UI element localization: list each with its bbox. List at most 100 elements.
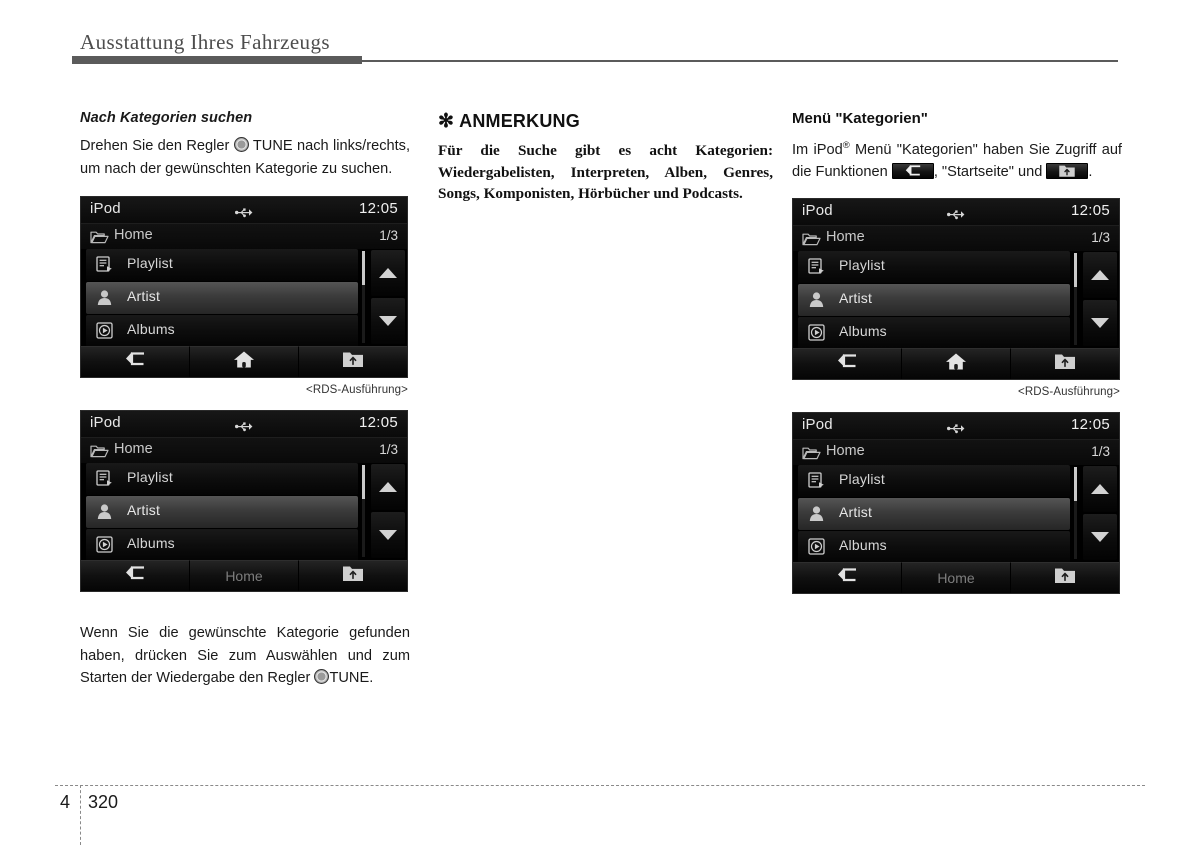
path-label: Home	[114, 441, 153, 457]
status-source-title: iPod	[802, 415, 833, 433]
list-item[interactable]: Artist	[86, 496, 358, 528]
status-source-title: iPod	[802, 201, 833, 219]
list-item-label: Artist	[839, 503, 873, 520]
folder-up-button[interactable]	[1011, 347, 1119, 379]
triangle-down-icon	[1091, 317, 1109, 328]
albums-icon	[96, 536, 113, 558]
left-intro-text-before: Drehen Sie den Regler	[80, 138, 230, 154]
scroll-up-button[interactable]	[371, 464, 405, 510]
triangle-up-icon	[1091, 483, 1109, 494]
scroll-down-button[interactable]	[371, 298, 405, 344]
list-item[interactable]: Playlist	[798, 464, 1070, 497]
screen-body: Playlist Artist Albums	[81, 463, 407, 561]
status-clock: 12:05	[358, 200, 398, 217]
home-button[interactable]: Home	[902, 561, 1011, 593]
artist-icon	[808, 505, 825, 527]
scroll-down-button[interactable]	[1083, 299, 1117, 346]
note-body: Für die Suche gibt es acht Kategorien: W…	[438, 142, 773, 202]
right-text-part1: Im iPod	[792, 141, 843, 158]
screen-caption: <RDS-Ausführung>	[1018, 385, 1120, 398]
albums-icon	[96, 322, 113, 344]
list-item[interactable]: Albums	[86, 315, 358, 347]
home-button[interactable]	[902, 347, 1011, 379]
page-header: Ausstattung Ihres Fahrzeugs	[0, 0, 1200, 70]
list-item-label: Playlist	[127, 255, 173, 271]
scroll-up-button[interactable]	[1083, 465, 1117, 512]
list-scrollbar[interactable]	[362, 465, 365, 557]
list-item[interactable]: Artist	[798, 283, 1070, 316]
list-scrollbar[interactable]	[362, 251, 365, 343]
list-item-label: Playlist	[839, 470, 885, 487]
path-label: Home	[826, 228, 865, 245]
category-list: Playlist Artist Albums	[86, 463, 358, 561]
usb-icon	[235, 419, 253, 437]
usb-icon	[947, 421, 965, 439]
triangle-up-icon	[379, 268, 397, 278]
folder-up-button[interactable]	[299, 346, 407, 377]
usb-icon	[947, 207, 965, 225]
tune-knob-icon	[233, 137, 249, 152]
status-clock: 12:05	[1070, 415, 1110, 433]
asterisk-icon: ✻	[438, 111, 455, 132]
path-count: 1/3	[1091, 443, 1110, 459]
folder-up-icon	[1046, 163, 1089, 180]
folder-icon	[802, 446, 821, 465]
scroll-up-button[interactable]	[371, 250, 405, 296]
scroll-down-button[interactable]	[371, 512, 405, 558]
back-button[interactable]	[81, 346, 190, 377]
albums-icon	[808, 538, 825, 560]
list-scrollbar[interactable]	[1074, 466, 1077, 559]
left-column: Nach Kategorien suchen Drehen Sie den Re…	[80, 110, 410, 690]
status-source-title: iPod	[90, 200, 121, 217]
usb-icon	[235, 205, 253, 223]
status-clock: 12:05	[358, 414, 398, 431]
list-item-label: Albums	[839, 322, 887, 339]
list-item[interactable]: Playlist	[86, 249, 358, 281]
list-item[interactable]: Albums	[798, 316, 1070, 349]
list-item-label: Artist	[839, 289, 873, 306]
back-button[interactable]	[793, 347, 902, 379]
artist-icon	[808, 291, 825, 313]
list-item[interactable]: Playlist	[86, 463, 358, 495]
playlist-icon	[96, 256, 113, 278]
scroll-up-button[interactable]	[1083, 251, 1117, 298]
folder-up-button[interactable]	[299, 560, 407, 591]
home-button[interactable]: Home	[190, 560, 299, 591]
triangle-down-icon	[379, 316, 397, 326]
left-intro-paragraph: Drehen Sie den Regler TUNE nach links/re…	[80, 135, 410, 180]
screen-bottombar	[81, 346, 407, 377]
list-item[interactable]: Artist	[86, 282, 358, 314]
path-label: Home	[826, 442, 865, 459]
triangle-down-icon	[1091, 531, 1109, 542]
note-title: ✻ ANMERKUNG	[438, 110, 773, 133]
chapter-number: 4	[60, 792, 71, 812]
screen-body: Playlist Artist Albums	[81, 249, 407, 347]
status-clock: 12:05	[1070, 201, 1110, 219]
list-scrollbar[interactable]	[1074, 252, 1077, 345]
back-arrow-icon	[836, 353, 858, 374]
head-unit-screen[interactable]: iPod 12:05 Home 1/3 Playlist Artist Albu…	[792, 197, 1120, 380]
right-intro-paragraph: Im iPod® Menü "Kategorien" haben Sie Zug…	[792, 135, 1122, 184]
home-button-label: Home	[937, 569, 975, 586]
back-button[interactable]	[81, 560, 190, 591]
screen-pathbar: Home 1/3	[81, 438, 407, 463]
folder-up-button[interactable]	[1011, 561, 1119, 593]
home-icon	[233, 351, 255, 374]
scroll-down-button[interactable]	[1083, 513, 1117, 560]
head-unit-screen[interactable]: iPod 12:05 Home 1/3 Playlist Artist Albu…	[80, 410, 408, 592]
list-item[interactable]: Albums	[798, 530, 1070, 563]
category-list: Playlist Artist Albums	[86, 249, 358, 347]
playlist-icon	[808, 258, 825, 280]
head-unit-screen[interactable]: iPod 12:05 Home 1/3 Playlist Artist Albu…	[792, 411, 1120, 594]
page-number: 320	[88, 792, 119, 812]
home-icon	[945, 352, 967, 375]
list-item[interactable]: Playlist	[798, 250, 1070, 283]
back-button[interactable]	[793, 561, 902, 593]
playlist-icon	[96, 470, 113, 492]
head-unit-screen[interactable]: iPod 12:05 Home 1/3 Playlist Artist Albu…	[80, 196, 408, 378]
home-button[interactable]	[190, 346, 299, 377]
list-item[interactable]: Albums	[86, 529, 358, 561]
playlist-icon	[808, 472, 825, 494]
list-item-label: Playlist	[127, 469, 173, 485]
list-item[interactable]: Artist	[798, 497, 1070, 530]
